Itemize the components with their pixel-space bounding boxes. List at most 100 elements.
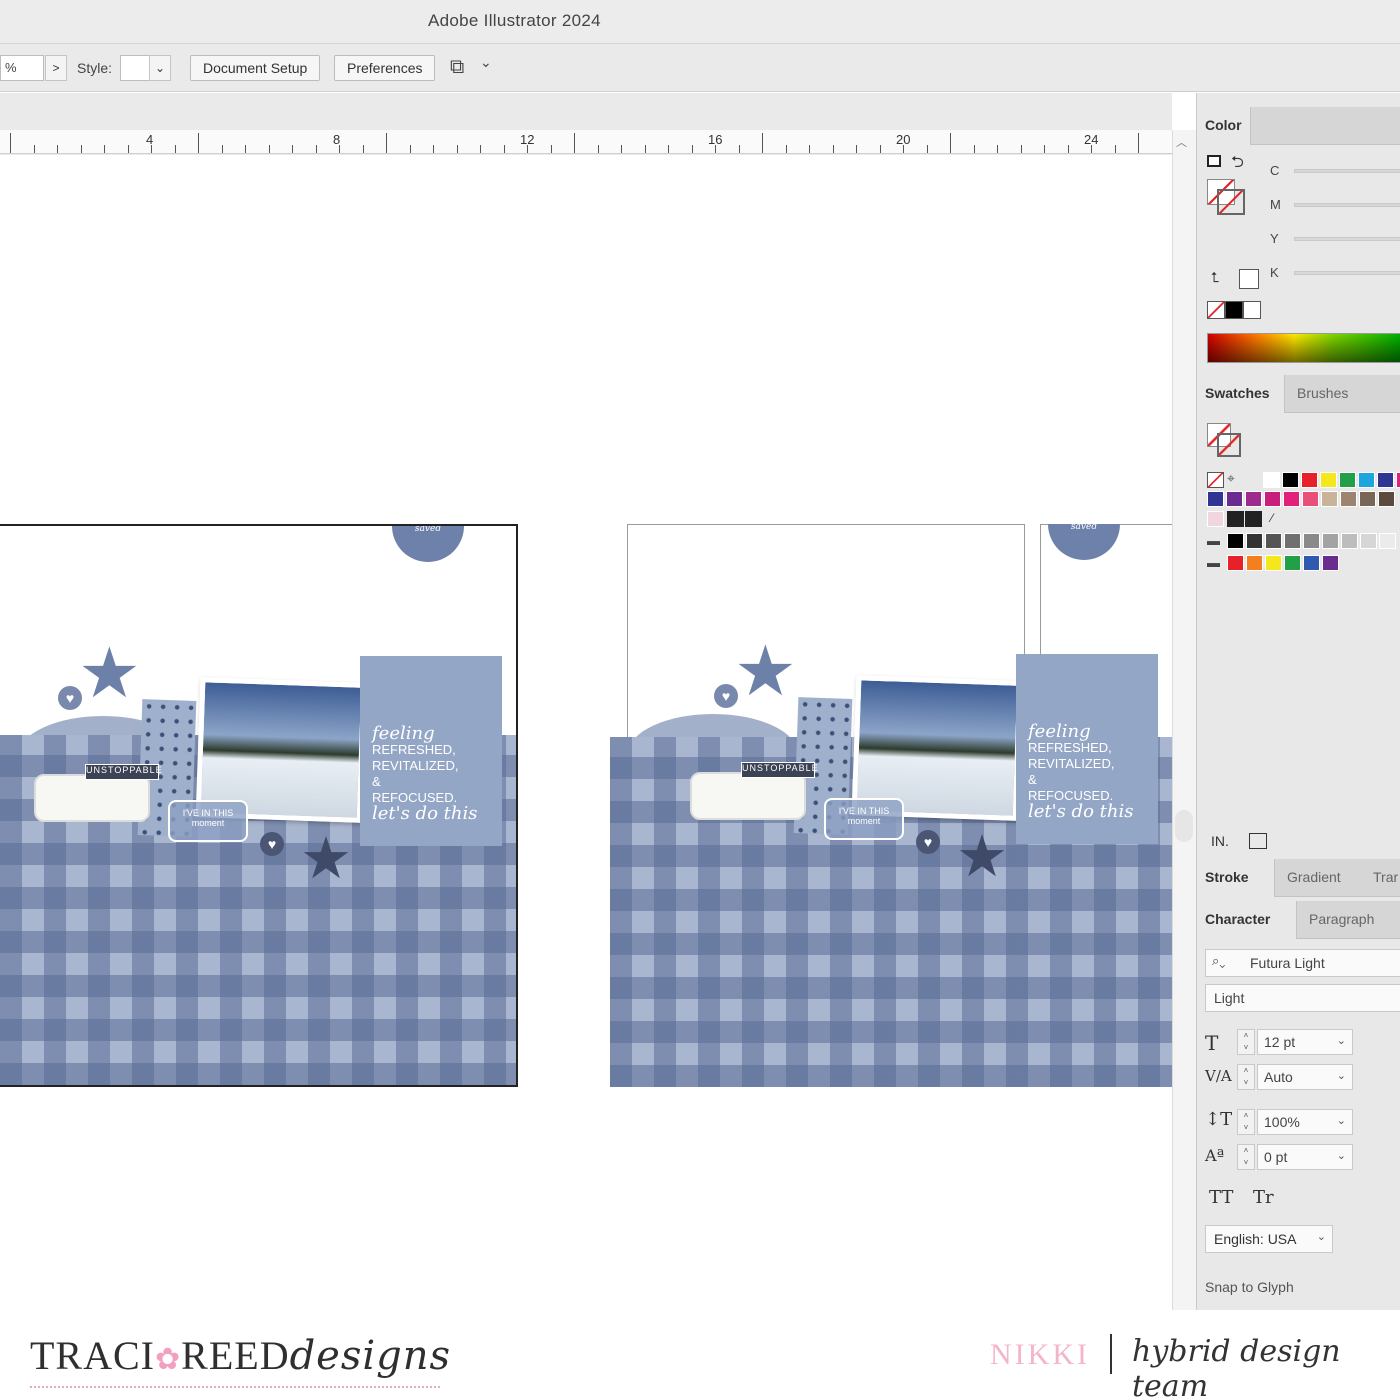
swatch-none[interactable] [1207,472,1224,488]
color-swatch[interactable] [1284,533,1301,549]
artboard-right[interactable]: sweet sparing saved ★ ♥ feeling REFRESHE… [610,524,1172,1087]
cyan-slider[interactable] [1294,169,1400,173]
color-swatch[interactable] [1284,555,1301,571]
color-swatch[interactable] [1303,555,1320,571]
tab-swatches[interactable]: Swatches [1197,375,1285,413]
baseline-shift-stepper[interactable]: ˄ ˅ [1237,1144,1255,1170]
color-swatch[interactable] [1246,555,1263,571]
color-swatch[interactable] [1340,491,1357,507]
swatch-pattern[interactable]: ⁄ [1271,511,1273,525]
swatch-stroke-icon[interactable] [1217,433,1241,457]
all-caps-button[interactable]: TT [1209,1187,1233,1208]
scroll-thumb[interactable] [1175,810,1193,842]
color-swatch[interactable] [1358,472,1375,488]
color-swatch[interactable] [1322,555,1339,571]
color-swatch[interactable] [1320,472,1337,488]
color-swatch[interactable] [1246,533,1263,549]
font-style-field[interactable]: Light [1205,984,1400,1012]
swatch-library-icon[interactable]: IN. [1211,833,1229,849]
style-field[interactable] [120,55,150,81]
color-swatch[interactable] [1302,491,1319,507]
black-swatch-icon[interactable] [1225,301,1243,319]
color-swatch[interactable] [1360,533,1377,549]
arrange-icon[interactable]: ⧉ [450,56,464,79]
next-button[interactable]: > [45,55,67,81]
swatch-dark[interactable] [1245,511,1262,527]
snap-to-glyph-label[interactable]: Snap to Glyph [1205,1279,1294,1295]
kerning-stepper[interactable]: ˄ ˅ [1237,1064,1255,1090]
out-of-gamut-icon: ⮤ [1211,269,1220,285]
font-size-stepper[interactable]: ˄ ˅ [1237,1029,1255,1055]
color-swatch[interactable] [1379,533,1396,549]
color-swatch[interactable] [1396,472,1400,488]
color-swatch[interactable] [1341,533,1358,549]
vertical-scale-field[interactable]: 100% ⌄ [1257,1109,1353,1135]
color-swatch[interactable] [1322,533,1339,549]
web-safe-icon[interactable] [1239,269,1259,289]
chevron-down-icon[interactable]: ⌄ [1337,1149,1346,1162]
stroke-none-icon[interactable] [1217,189,1245,215]
tab-paragraph[interactable]: Paragraph [1301,901,1382,939]
small-caps-button[interactable]: Tr [1253,1187,1274,1208]
color-swatch[interactable] [1282,472,1299,488]
chevron-down-icon[interactable]: ⌄ [1337,1069,1346,1082]
color-swatch[interactable] [1377,472,1394,488]
kerning-field[interactable]: Auto ⌄ [1257,1064,1353,1090]
swap-colors-icon[interactable]: ⮌ [1231,151,1244,178]
color-spectrum[interactable] [1207,333,1400,363]
vertical-scrollbar[interactable] [1172,130,1196,1310]
color-swatch[interactable] [1283,491,1300,507]
tab-color[interactable]: Color [1197,107,1251,145]
yellow-slider[interactable] [1294,237,1400,241]
none-swatch-icon[interactable] [1207,301,1225,319]
swatch-dark[interactable] [1227,511,1244,527]
color-swatch[interactable] [1265,555,1282,571]
color-swatch[interactable] [1263,472,1280,488]
tab-brushes[interactable]: Brushes [1289,375,1356,413]
color-swatch[interactable] [1227,555,1244,571]
color-swatch[interactable] [1265,533,1282,549]
swatch-kind-icon[interactable] [1249,833,1267,849]
document-setup-button[interactable]: Document Setup [190,55,321,81]
color-swatch[interactable] [1226,491,1243,507]
artboard-left[interactable]: sweet sparing saved ★ ♥ feeling REFRESHE… [0,524,518,1087]
swatch-group-folder-icon[interactable]: ▬ [1207,533,1220,548]
color-swatch[interactable] [1207,491,1224,507]
vertical-scale-stepper[interactable]: ˄ ˅ [1237,1109,1255,1135]
color-swatch[interactable] [1378,491,1395,507]
tab-gradient[interactable]: Gradient [1279,859,1349,897]
default-colors-icon[interactable] [1207,155,1221,167]
baseline-shift-field[interactable]: 0 pt ⌄ [1257,1144,1353,1170]
language-select[interactable]: English: USA ⌄ [1205,1225,1333,1253]
color-swatch[interactable] [1264,491,1281,507]
preferences-button[interactable]: Preferences [334,55,436,81]
cmyk-k-label: K [1270,265,1279,280]
color-swatch[interactable] [1245,491,1262,507]
swatch-pink[interactable] [1207,511,1224,527]
arrange-dropdown-icon[interactable]: ⌄ [480,54,492,71]
canvas[interactable]: sweet sparing saved ★ ♥ feeling REFRESHE… [0,155,1172,1310]
magenta-slider[interactable] [1294,203,1400,207]
zoom-field[interactable]: % [0,55,44,81]
tab-transparency[interactable]: Trar [1365,859,1400,897]
horizontal-ruler[interactable]: 4 8 12 16 20 24 [0,130,1172,154]
font-size-field[interactable]: 12 pt ⌄ [1257,1029,1353,1055]
color-swatch[interactable] [1301,472,1318,488]
swatch-group-folder-icon[interactable]: ▬ [1207,555,1220,570]
ruler-tick [973,145,975,153]
color-swatch[interactable] [1339,472,1356,488]
style-dropdown-icon[interactable]: ⌄ [149,55,171,81]
color-swatch[interactable] [1321,491,1338,507]
tab-character[interactable]: Character [1197,901,1297,939]
black-slider[interactable] [1294,271,1400,275]
scroll-up-icon[interactable]: ︿ [1176,134,1187,150]
color-swatch[interactable] [1359,491,1376,507]
chevron-down-icon[interactable]: ⌄ [1337,1034,1346,1047]
color-swatch[interactable] [1227,533,1244,549]
registration-swatch-icon[interactable]: ⌖ [1227,470,1235,487]
white-swatch-icon[interactable] [1243,301,1261,319]
color-swatch[interactable] [1303,533,1320,549]
chevron-down-icon[interactable]: ⌄ [1337,1114,1346,1127]
font-family-field[interactable]: ⌕⌄ Futura Light [1205,949,1400,977]
tab-stroke[interactable]: Stroke [1197,859,1275,897]
